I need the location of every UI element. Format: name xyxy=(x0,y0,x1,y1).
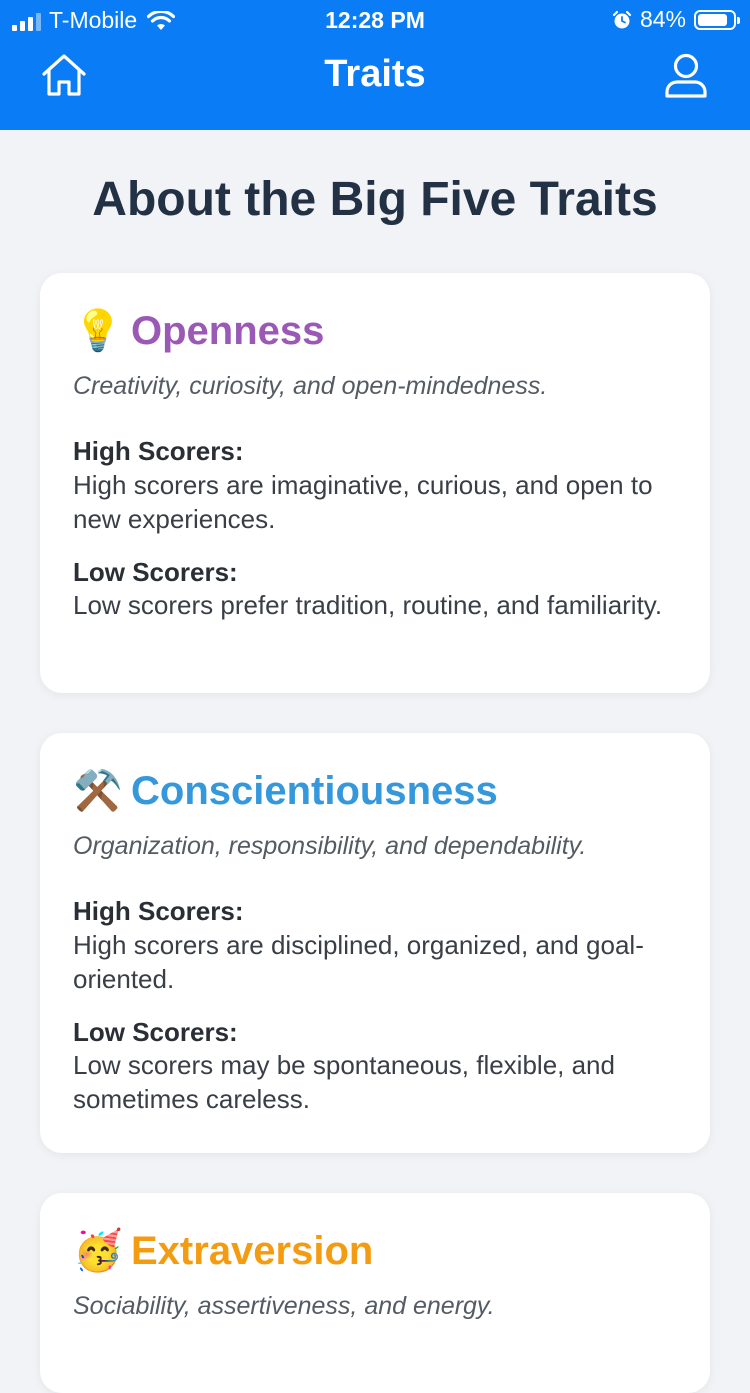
lightbulb-icon: 💡 xyxy=(73,309,123,353)
alarm-icon xyxy=(612,10,632,28)
hammer-and-pick-icon: ⚒️ xyxy=(73,769,123,813)
trait-description: Creativity, curiosity, and open-mindedne… xyxy=(73,372,548,400)
trait-card-extraversion: 🥳 Extraversion Sociability, assertivenes… xyxy=(40,1193,710,1393)
high-scorers-text: High scorers are disciplined, organized,… xyxy=(73,929,644,994)
profile-button[interactable] xyxy=(664,52,708,100)
nav-title: Traits xyxy=(324,53,426,95)
high-scorers-label: High Scorers: xyxy=(73,896,244,926)
trait-card-openness: 💡 Openness Creativity, curiosity, and op… xyxy=(40,273,710,693)
high-scorers-text: High scorers are imaginative, curious, a… xyxy=(73,469,653,534)
low-scorers-text: Low scorers prefer tradition, routine, a… xyxy=(73,590,663,620)
trait-description: Sociability, assertiveness, and energy. xyxy=(73,1292,495,1320)
trait-card-conscientiousness: ⚒️ Conscientiousness Organization, respo… xyxy=(40,733,710,1153)
battery-icon xyxy=(694,9,740,30)
low-scorers-text: Low scorers may be spontaneous, flexible… xyxy=(73,1050,615,1114)
app-header: T-Mobile 12:28 PM 84% Traits xyxy=(0,0,750,130)
party-face-icon: 🥳 xyxy=(73,1229,123,1273)
trait-title: Openness xyxy=(131,309,325,353)
user-icon xyxy=(665,53,707,98)
trait-description: Organization, responsibility, and depend… xyxy=(73,832,587,860)
trait-title: Conscientiousness xyxy=(131,769,498,813)
high-scorers-label: High Scorers: xyxy=(73,436,244,466)
low-scorers-label: Low Scorers: xyxy=(73,556,238,587)
trait-title: Extraversion xyxy=(131,1229,374,1273)
battery-percent: 84% xyxy=(639,6,686,32)
status-bar: T-Mobile 12:28 PM 84% xyxy=(0,0,750,40)
page-title: About the Big Five Traits xyxy=(92,173,658,226)
low-scorers-label: Low Scorers: xyxy=(73,1016,238,1047)
